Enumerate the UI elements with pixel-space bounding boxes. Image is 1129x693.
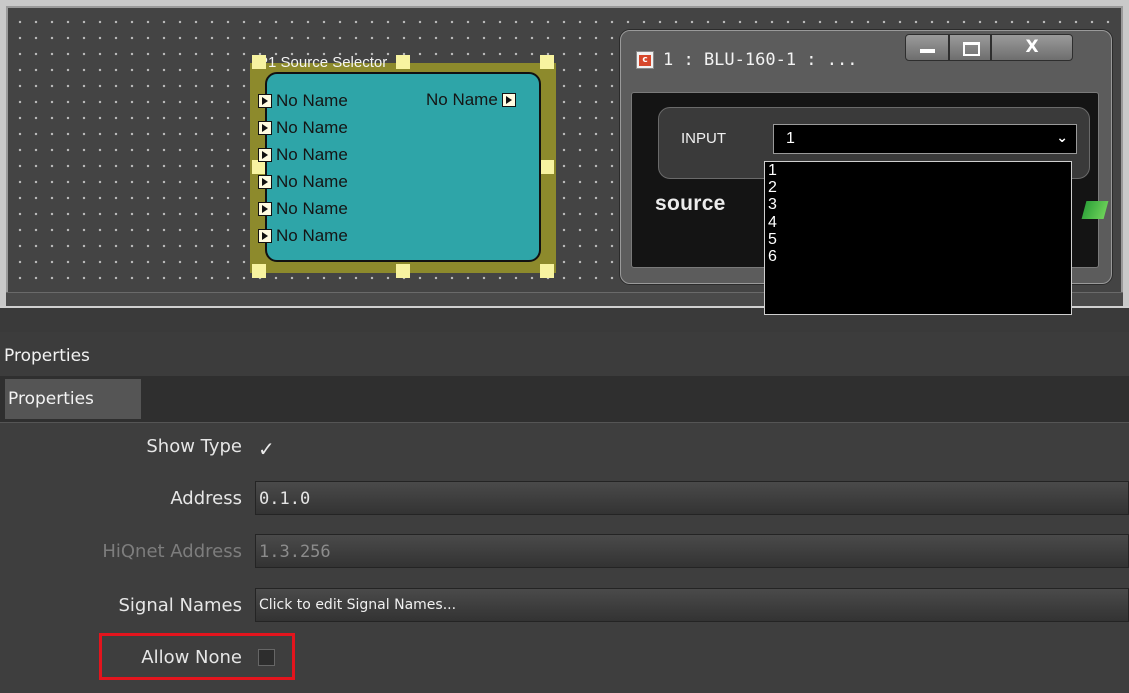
input-pin-label: No Name — [276, 199, 348, 218]
input-pin-label: No Name — [276, 172, 348, 191]
input-pin-label: No Name — [276, 118, 348, 137]
input-pin-row[interactable]: No Name — [258, 144, 348, 166]
highlight-annotation — [99, 633, 295, 680]
properties-panel-header: Properties — [0, 338, 1129, 376]
input-pin-icon[interactable] — [258, 121, 272, 135]
resize-handle-bottom-right[interactable] — [540, 264, 554, 278]
resize-handle-bottom[interactable] — [396, 264, 410, 278]
address-value: 0.1.0 — [259, 489, 311, 509]
input-pin-icon[interactable] — [258, 175, 272, 189]
maximize-button[interactable] — [949, 34, 991, 61]
input-pin-label: No Name — [276, 145, 348, 164]
hiqnet-address-value: 1.3.256 — [259, 542, 331, 562]
tab-properties[interactable]: Properties — [5, 379, 141, 419]
hiqnet-address-label: HiQnet Address — [102, 541, 242, 562]
input-select-value: 1 — [786, 130, 795, 147]
input-pin-label: No Name — [276, 226, 348, 245]
hiqnet-address-field: 1.3.256 — [255, 534, 1129, 568]
address-label: Address — [170, 488, 242, 509]
resize-handle-right[interactable] — [540, 160, 554, 174]
input-pin-row[interactable]: No Name — [258, 198, 348, 220]
resize-handle-bottom-left[interactable] — [252, 264, 266, 278]
dropdown-option[interactable]: 2 — [765, 179, 1071, 196]
signal-names-value: Click to edit Signal Names... — [259, 597, 457, 613]
minimize-button[interactable] — [905, 34, 949, 61]
properties-tabstrip: Properties — [0, 376, 1129, 423]
block-title: P1 Source Selector — [258, 54, 388, 71]
output-pin-icon[interactable] — [501, 93, 516, 107]
output-pin-row[interactable]: No Name — [426, 90, 516, 110]
signal-names-field[interactable]: Click to edit Signal Names... — [255, 588, 1129, 622]
resize-handle-top[interactable] — [396, 55, 410, 69]
input-pin-row[interactable]: No Name — [258, 225, 348, 247]
input-pin-icon[interactable] — [258, 94, 272, 108]
resize-handle-top-left[interactable] — [252, 55, 266, 69]
input-select[interactable]: 1 ⌄ — [773, 124, 1077, 154]
dropdown-option[interactable]: 5 — [765, 231, 1071, 248]
window-titlebar[interactable]: c 1 : BLU-160-1 : ... X — [621, 31, 1111, 91]
brand-logo-icon — [1081, 201, 1109, 219]
show-type-checkbox[interactable]: ✓ — [258, 437, 275, 461]
window-title: 1 : BLU-160-1 : ... — [663, 50, 858, 70]
app-icon: c — [636, 51, 654, 69]
input-pin-row[interactable]: No Name — [258, 90, 348, 112]
app-icon-letter: c — [639, 55, 651, 66]
input-pin-row[interactable]: No Name — [258, 171, 348, 193]
input-pin-icon[interactable] — [258, 148, 272, 162]
output-pin-label: No Name — [426, 90, 498, 109]
address-field[interactable]: 0.1.0 — [255, 481, 1129, 515]
input-label: INPUT — [681, 130, 726, 147]
input-pin-icon[interactable] — [258, 229, 272, 243]
resize-handle-top-right[interactable] — [540, 55, 554, 69]
tab-properties-label: Properties — [8, 389, 94, 409]
input-pin-icon[interactable] — [258, 202, 272, 216]
dropdown-option[interactable]: 6 — [765, 248, 1071, 265]
dropdown-option[interactable]: 4 — [765, 214, 1071, 231]
dropdown-option[interactable]: 3 — [765, 196, 1071, 213]
close-button[interactable]: X — [991, 34, 1073, 61]
input-pin-label: No Name — [276, 91, 348, 110]
source-selector-block[interactable]: P1 Source Selector No Name No Name No Na… — [250, 55, 556, 283]
show-type-label: Show Type — [146, 436, 242, 457]
properties-panel-title: Properties — [4, 346, 90, 366]
signal-names-label: Signal Names — [118, 595, 243, 616]
dropdown-option[interactable]: 1 — [765, 162, 1071, 179]
chevron-down-icon[interactable]: ⌄ — [1056, 130, 1068, 146]
input-pin-row[interactable]: No Name — [258, 117, 348, 139]
source-logo-text: source — [655, 192, 726, 215]
input-dropdown-list[interactable]: 1 2 3 4 5 6 — [764, 161, 1072, 315]
